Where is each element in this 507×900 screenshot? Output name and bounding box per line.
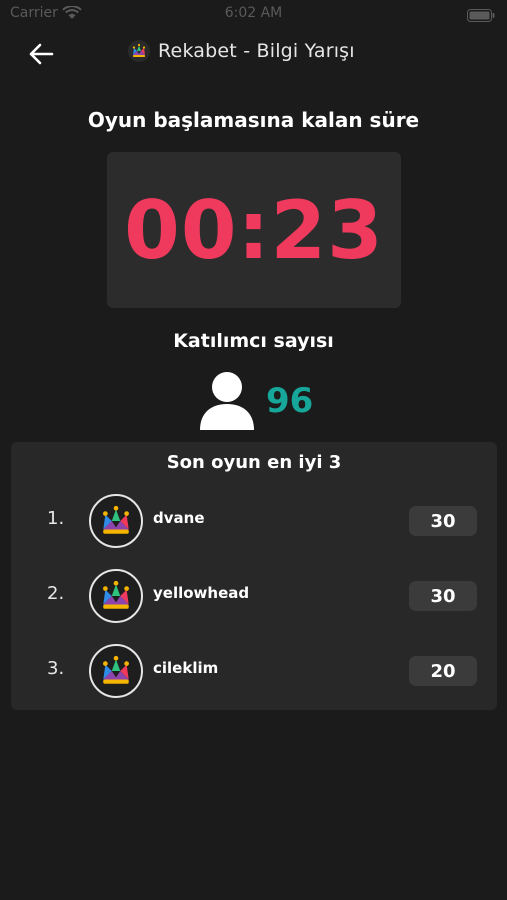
leaderboard-username: yellowhead — [153, 584, 250, 602]
countdown-heading: Oyun başlamasına kalan süre — [87, 108, 420, 132]
leaderboard-rank: 1. — [47, 508, 65, 529]
leaderboard-title: Son oyun en iyi 3 — [166, 452, 342, 473]
avatar — [89, 644, 143, 698]
countdown-timer-box: 00:23 — [107, 152, 401, 308]
countdown-timer-value: 00:23 — [124, 183, 384, 277]
participants-row: 96 — [198, 370, 313, 432]
leaderboard-row[interactable]: 2. yellowhead 30 — [11, 567, 497, 625]
leaderboard-username: dvane — [153, 509, 205, 527]
leaderboard-row[interactable]: 1. dvane 30 — [11, 492, 497, 550]
leaderboard-row[interactable]: 3. cileklim 20 — [11, 642, 497, 700]
avatar — [89, 494, 143, 548]
leaderboard-score: 30 — [409, 506, 477, 536]
participants-count: 96 — [266, 381, 314, 421]
arrow-left-icon — [29, 43, 54, 65]
jester-crown-icon — [103, 655, 129, 684]
nav-title: Rekabet - Bilgi Yarışı — [158, 40, 355, 62]
jester-crown-icon — [103, 580, 129, 609]
screen: Carrier 6:02 AM Rekabet - Bilgi Yarışı O… — [0, 0, 507, 900]
leaderboard-username: cileklim — [153, 659, 219, 677]
leaderboard-rank: 3. — [47, 658, 65, 679]
leaderboard-panel: Son oyun en iyi 3 1. dvane 30 2. yellowh… — [11, 442, 497, 710]
participants-heading: Katılımcı sayısı — [173, 330, 334, 352]
status-bar: Carrier 6:02 AM — [0, 0, 507, 28]
battery-icon — [467, 7, 495, 26]
status-time: 6:02 AM — [224, 5, 283, 21]
nav-bar: Rekabet - Bilgi Yarışı — [0, 30, 507, 76]
leaderboard-score: 20 — [409, 656, 477, 686]
back-button[interactable] — [22, 38, 60, 70]
nav-title-group: Rekabet - Bilgi Yarışı — [128, 40, 355, 62]
leaderboard-rank: 2. — [47, 583, 65, 604]
jester-crown-icon — [128, 40, 150, 62]
person-icon — [200, 372, 254, 430]
avatar — [89, 569, 143, 623]
jester-crown-icon — [103, 505, 129, 534]
leaderboard-score: 30 — [409, 581, 477, 611]
